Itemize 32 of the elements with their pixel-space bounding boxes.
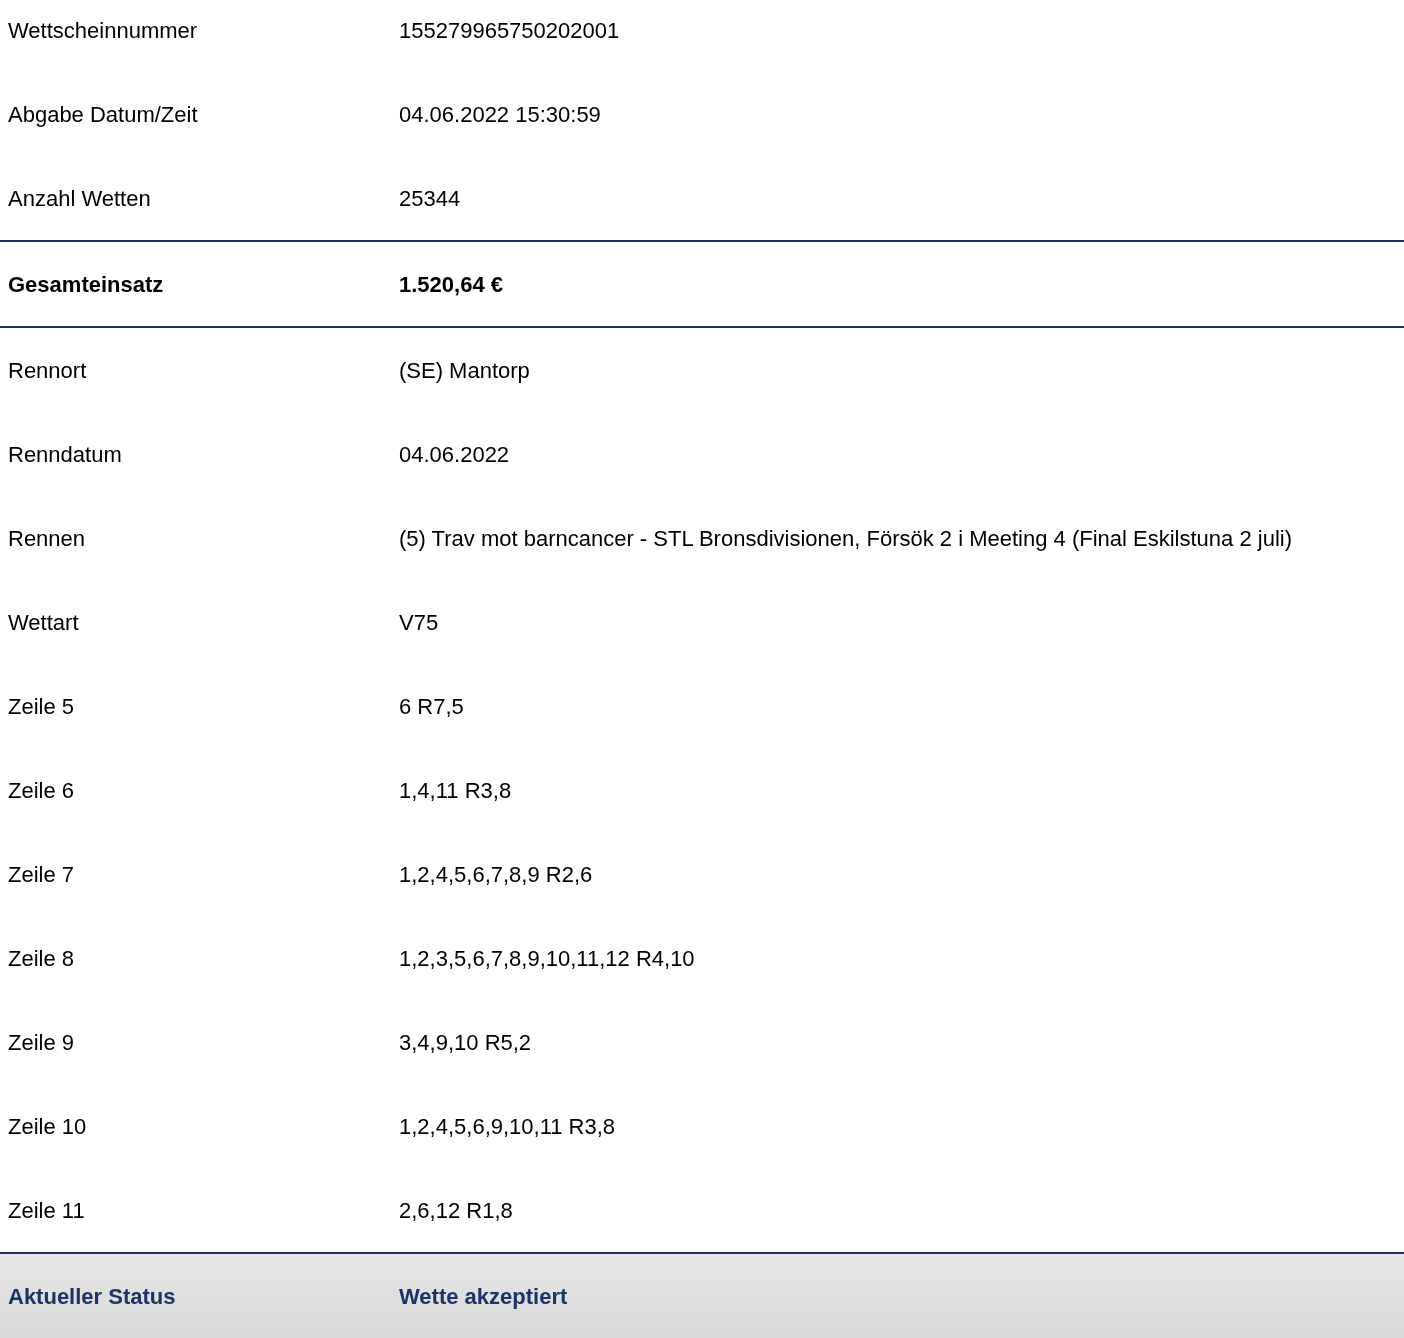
field-value: 1,2,4,5,6,7,8,9 R2,6 [399,860,593,889]
field-value: 155279965750202001 [399,16,620,45]
field-label: Wettart [7,608,80,637]
field-label: Renndatum [7,440,123,469]
field-label: Abgabe Datum/Zeit [7,100,199,129]
field-label: Zeile 6 [7,776,76,805]
field-label: Aktueller Status [7,1283,177,1311]
field-value: 1,2,3,5,6,7,8,9,10,11,12 R4,10 [399,944,695,973]
field-label: Rennort [7,356,88,385]
field-value: 25344 [399,184,461,213]
field-label: Anzahl Wetten [7,184,152,213]
field-label: Zeile 11 [7,1196,86,1225]
field-value: 04.06.2022 [399,440,510,469]
field-label: Zeile 5 [7,692,76,721]
field-value: (SE) Mantorp [399,356,530,385]
field-value: Wette akzeptiert [399,1283,568,1311]
field-label: Zeile 9 [7,1028,76,1057]
field-value: 1,2,4,5,6,9,10,11 R3,8 [399,1112,616,1141]
field-label: Zeile 10 [7,1112,88,1141]
field-value: V75 [399,608,439,637]
field-value: 1.520,64 € [399,270,503,299]
field-label: Rennen [7,524,87,553]
field-value: 1,4,11 R3,8 [399,776,512,805]
field-value: 3,4,9,10 R5,2 [399,1028,532,1057]
field-label: Zeile 7 [7,860,76,889]
field-value: 04.06.2022 15:30:59 [399,100,601,129]
field-value: 6 R7,5 [399,692,464,721]
field-label: Wettscheinnummer [7,16,199,45]
field-value: (5) Trav mot barncancer - STL Bronsdivisionen, Försök 2 i Meeting 4 (Final Eskilstuna 2 juli) [399,524,1292,553]
field-value: 2,6,12 R1,8 [399,1196,513,1225]
field-label: Zeile 8 [7,944,76,973]
field-label: Gesamteinsatz [7,270,165,299]
